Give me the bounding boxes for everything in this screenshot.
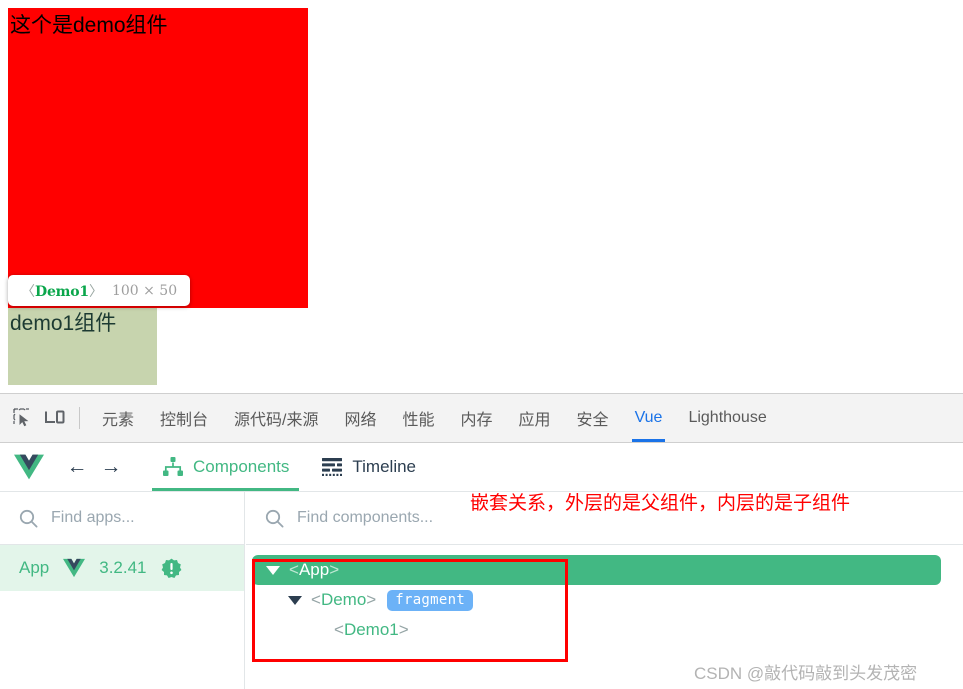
fragment-badge: fragment [387, 589, 474, 611]
devtools-tab-memory[interactable]: 内存 [448, 394, 506, 442]
tag-open-bracket: < [334, 620, 344, 639]
component-tree: < App > < Demo > fragment < Demo1 > [246, 545, 963, 645]
tooltip-open-bracket: 〈 [21, 283, 35, 300]
tooltip-close-bracket: 〉 [88, 283, 103, 300]
forward-arrow-icon[interactable]: → [94, 450, 128, 484]
tooltip-tag-name: Demo1 [35, 283, 89, 300]
devtools-tab-network[interactable]: 网络 [331, 394, 389, 442]
app-name-label: App [19, 558, 50, 577]
chevron-down-icon[interactable] [288, 595, 302, 605]
find-apps-input[interactable]: Find apps... [51, 509, 135, 527]
tab-components[interactable]: Components [146, 443, 305, 491]
demo1-component-label: demo1组件 [10, 312, 117, 335]
component-tree-icon [163, 457, 183, 476]
vue-devtools-toolbar: ← → Components Timeline [0, 443, 963, 492]
watermark-text: CSDN @敲代码敲到头发茂密 [694, 664, 918, 683]
tree-node-demo1[interactable]: < Demo1 > [252, 615, 963, 645]
demo-component-label: 这个是demo组件 [10, 14, 168, 37]
devtools-tab-console[interactable]: 控制台 [147, 394, 221, 442]
search-icon [265, 509, 284, 527]
toolbar-divider [79, 407, 80, 429]
tree-node-demo-label: Demo [320, 590, 367, 609]
element-inspector-tooltip: 〈Demo1〉 100 × 50 [8, 275, 191, 306]
app-list-item-app[interactable]: App 3.2.41 [0, 545, 244, 591]
tag-open-bracket: < [289, 560, 299, 579]
devtools-tab-performance[interactable]: 性能 [390, 394, 448, 442]
app-version-label: 3.2.41 [99, 558, 147, 577]
devtools-tab-bar: 元素 控制台 源代码/来源 网络 性能 内存 应用 安全 Vue Lightho… [0, 393, 963, 443]
devtools-tab-sources[interactable]: 源代码/来源 [221, 394, 331, 442]
warning-badge-icon[interactable] [161, 558, 182, 579]
tab-timeline[interactable]: Timeline [305, 443, 432, 491]
vue-logo-icon [14, 454, 44, 480]
devtools-tab-vue[interactable]: Vue [622, 394, 676, 442]
tab-components-label: Components [193, 457, 290, 476]
search-icon [19, 509, 38, 527]
annotation-note: 嵌套关系，外层的是父组件，内层的是子组件 [470, 493, 851, 514]
rendered-page-region: 这个是demo组件 demo1组件 〈Demo1〉 100 × 50 [0, 0, 963, 393]
tree-node-demo1-label: Demo1 [343, 620, 399, 639]
tag-open-bracket: < [311, 590, 321, 609]
devtools-tab-application[interactable]: 应用 [506, 394, 564, 442]
tree-node-app[interactable]: < App > [252, 555, 941, 585]
timeline-icon [322, 458, 343, 476]
device-toolbar-icon[interactable] [40, 403, 70, 433]
chevron-down-icon[interactable] [266, 565, 280, 575]
find-apps-search-row[interactable]: Find apps... [0, 492, 244, 545]
tag-close-bracket: > [366, 590, 377, 609]
tree-node-app-label: App [298, 560, 330, 579]
apps-panel: Find apps... App 3.2.41 [0, 492, 245, 689]
tooltip-tag-group: 〈Demo1〉 [21, 281, 103, 301]
find-components-input[interactable]: Find components... [297, 509, 433, 527]
tooltip-dimensions: 100 × 50 [111, 282, 178, 299]
demo-component-red-box [8, 8, 308, 308]
devtools-tab-lighthouse[interactable]: Lighthouse [675, 394, 779, 442]
devtools-tab-security[interactable]: 安全 [564, 394, 622, 442]
back-arrow-icon[interactable]: ← [60, 450, 94, 484]
vue-logo-icon [63, 558, 86, 578]
tag-close-bracket: > [329, 560, 340, 579]
tab-timeline-label: Timeline [352, 457, 416, 476]
inspect-element-icon[interactable] [8, 403, 38, 433]
devtools-tab-elements[interactable]: 元素 [89, 394, 147, 442]
tag-close-bracket: > [398, 620, 409, 639]
tree-node-demo[interactable]: < Demo > fragment [252, 585, 963, 615]
